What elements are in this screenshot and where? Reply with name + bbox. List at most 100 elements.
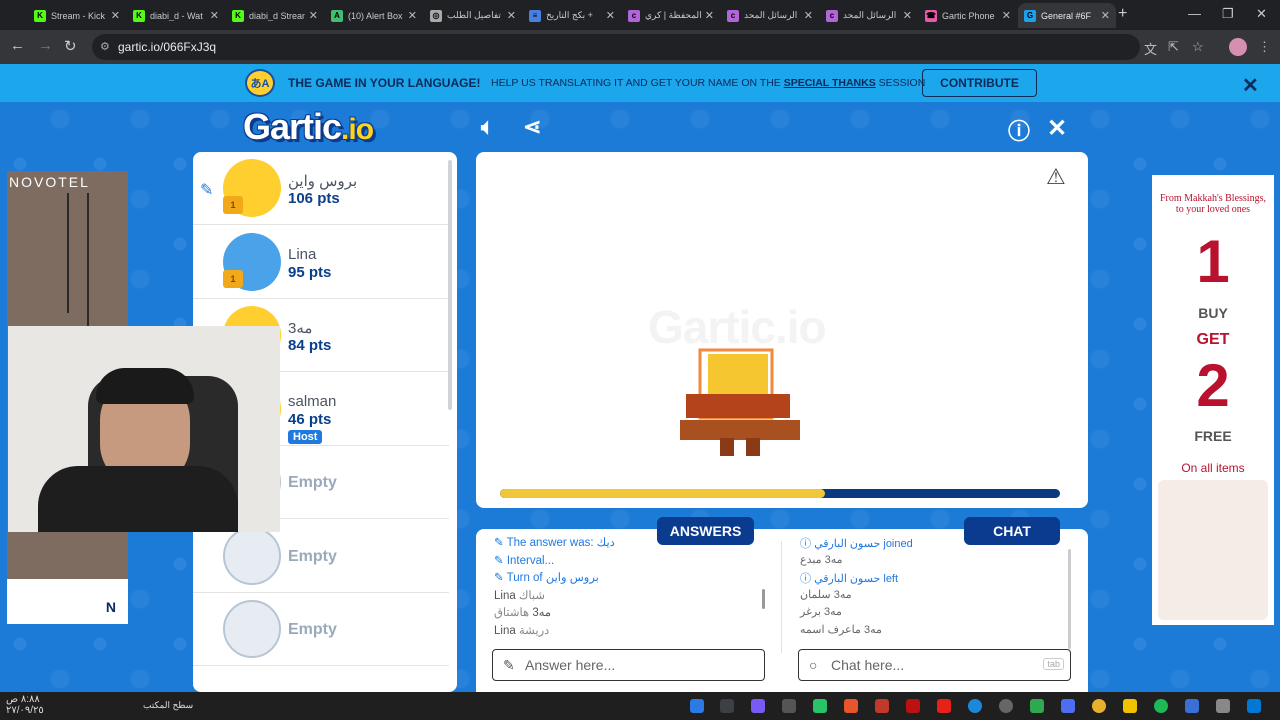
browser-tab[interactable]: c الرسائل المحد ✕ [721, 3, 819, 28]
taskbar-app-icon[interactable] [1216, 699, 1230, 713]
tab-close-icon[interactable]: ✕ [606, 9, 615, 22]
browser-tab[interactable]: c الرسائل المحد ✕ [820, 3, 918, 28]
chat-message: مه3 مبدع [800, 553, 843, 566]
ad-brand-logo: N [7, 579, 128, 624]
tab-close-icon[interactable]: ✕ [210, 9, 219, 22]
round-timer-fill [500, 489, 825, 498]
translate-icon[interactable]: 文 [1144, 39, 1157, 58]
tab-close-icon[interactable]: ✕ [1101, 9, 1110, 22]
taskbar-app-icon[interactable] [782, 699, 796, 713]
tab-close-icon[interactable]: ✕ [507, 9, 516, 22]
taskbar-clock[interactable]: ٨:٨٨ ص ٢٧/٠٩/٢٥ [6, 694, 44, 716]
pencil-icon: ✎ [503, 657, 515, 673]
player-name: مه3 [288, 320, 313, 337]
tab-title: (10) Alert Box [348, 10, 403, 21]
taskbar-app-icon[interactable] [844, 699, 858, 713]
tab-favicon-icon: K [133, 9, 145, 22]
taskbar-app-icon[interactable] [1061, 699, 1075, 713]
taskbar-app-icon[interactable] [1030, 699, 1044, 713]
taskbar-app-icon[interactable] [720, 699, 734, 713]
ad-free-text: FREE [1194, 428, 1232, 444]
chat-input[interactable]: ○ Chat here... tab [798, 649, 1071, 681]
browser-tab[interactable]: K Stream - Kick ✕ [28, 3, 126, 28]
restore-icon[interactable]: ❐ [1222, 6, 1234, 22]
browser-tab[interactable]: Kdiabi_d - Wat ✕ [127, 3, 225, 28]
tab-close-icon[interactable]: ✕ [903, 9, 912, 22]
message-text: شباك [518, 589, 546, 602]
browser-tab[interactable]: c المحفظة | كري ✕ [622, 3, 720, 28]
tab-title: diabi_d - Wat [150, 10, 203, 21]
taskbar-app-icon[interactable] [999, 699, 1013, 713]
tab-favicon-icon: c [727, 9, 739, 22]
answers-tab[interactable]: ANSWERS [657, 517, 754, 545]
taskbar-app-icon[interactable] [906, 699, 920, 713]
special-thanks-link[interactable]: SPECIAL THANKS [784, 77, 876, 89]
taskbar-app-icon[interactable] [1154, 699, 1168, 713]
player-row[interactable]: 1 بروس واين 106 pts ✎ [193, 152, 449, 225]
tab-favicon-icon: ◎ [430, 9, 442, 22]
chat-scrollbar[interactable] [1068, 549, 1071, 649]
desktop-label[interactable]: سطح المكتب [143, 700, 193, 711]
exit-room-icon[interactable]: ✕ [1047, 114, 1067, 143]
close-window-icon[interactable]: ✕ [1256, 6, 1267, 22]
start-icon[interactable] [1247, 699, 1261, 713]
browser-tab[interactable]: ☎ Gartic Phone ✕ [919, 3, 1017, 28]
chat-tab[interactable]: CHAT [964, 517, 1060, 545]
taskbar-app-icon[interactable] [1092, 699, 1106, 713]
tab-favicon-icon: c [826, 9, 838, 22]
install-icon[interactable]: ⇱ [1168, 39, 1179, 55]
contribute-button[interactable]: CONTRIBUTE [922, 69, 1037, 97]
menu-kebab-icon[interactable]: ⋮ [1258, 39, 1271, 55]
taskbar-app-icon[interactable] [690, 699, 704, 713]
profile-avatar-icon[interactable] [1229, 38, 1247, 56]
bookmark-star-icon[interactable]: ☆ [1192, 39, 1204, 55]
taskbar-app-icon[interactable] [751, 699, 765, 713]
tab-close-icon[interactable]: ✕ [705, 9, 714, 22]
tab-close-icon[interactable]: ✕ [408, 9, 417, 22]
sound-icon[interactable]: 🔈︎ [481, 114, 494, 140]
player-row[interactable]: 1 Lina 95 pts [193, 226, 449, 299]
taskbar-app-icon[interactable] [968, 699, 982, 713]
ad-on-all-items: On all items [1181, 461, 1245, 475]
taskbar-app-icon[interactable] [937, 699, 951, 713]
site-info-icon[interactable]: ⚙ [100, 34, 110, 60]
right-ad-banner[interactable]: From Makkah's Blessings, to your loved o… [1152, 175, 1274, 625]
forward-icon[interactable]: → [38, 37, 53, 54]
tab-close-icon[interactable]: ✕ [804, 9, 813, 22]
tab-favicon-icon: A [331, 9, 343, 22]
info-icon[interactable]: ⓘ [1008, 114, 1030, 146]
tab-close-icon[interactable]: ✕ [309, 9, 318, 22]
tab-favicon-icon: c [628, 9, 640, 22]
tab-close-icon[interactable]: ✕ [1002, 9, 1011, 22]
share-icon[interactable]: ⋖ [523, 114, 541, 140]
answer-input[interactable]: ✎ Answer here... [492, 649, 765, 681]
browser-tab[interactable]: ◎ تفاصيل الطلب ✕ [424, 3, 522, 28]
browser-tab[interactable]: G General #6F ✕ [1018, 3, 1116, 28]
browser-tab[interactable]: Kdiabi_d Stream ✕ [226, 3, 324, 28]
close-banner-icon[interactable]: ✕ [1242, 73, 1259, 98]
address-bar[interactable]: ⚙ gartic.io/066FxJ3q [92, 34, 1140, 60]
message-icon: ✎ [494, 537, 507, 549]
taskbar-app-icon[interactable] [813, 699, 827, 713]
browser-tab[interactable]: A (10) Alert Box ✕ [325, 3, 423, 28]
gartic-logo[interactable]: Gartic.io [243, 106, 374, 148]
player-list-scrollbar[interactable] [448, 160, 452, 410]
taskbar-app-icon[interactable] [875, 699, 889, 713]
minimize-icon[interactable]: — [1188, 6, 1201, 21]
new-tab-button[interactable]: + [1118, 5, 1127, 23]
player-name: Lina [288, 245, 317, 263]
player-row[interactable]: Empty [193, 593, 449, 666]
browser-tab[interactable]: ≡ بكج التاريخ + ✕ [523, 3, 621, 28]
answers-scrollbar[interactable] [762, 589, 765, 609]
taskbar-app-icon[interactable] [1185, 699, 1199, 713]
answer-message: ✎ The answer was: ديك [494, 537, 615, 549]
reload-icon[interactable]: ↻ [64, 37, 77, 55]
drawing-canvas[interactable]: ⚠ Gartic.io [476, 152, 1088, 508]
taskbar-app-icon[interactable] [1123, 699, 1137, 713]
message-icon: ✎ [494, 554, 507, 567]
tab-close-icon[interactable]: ✕ [111, 9, 120, 22]
message-user: Lina [494, 624, 516, 637]
back-icon[interactable]: ← [10, 37, 25, 54]
report-warning-icon[interactable]: ⚠ [1046, 164, 1066, 190]
tab-favicon-icon: ≡ [529, 9, 541, 22]
